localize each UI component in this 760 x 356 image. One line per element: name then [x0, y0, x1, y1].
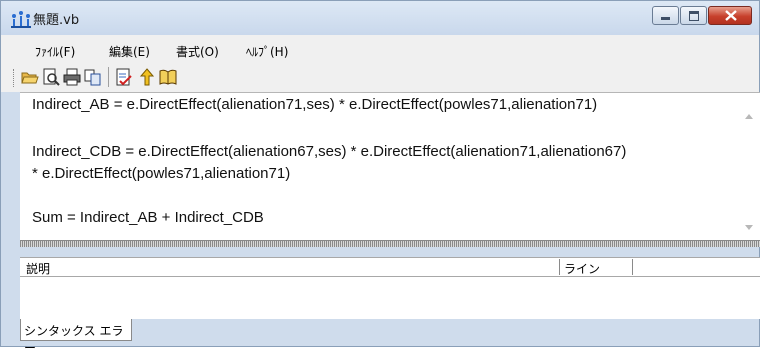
menu-help[interactable]: ﾍﾙﾌﾟ(H): [246, 43, 288, 60]
scroll-down-arrow-icon[interactable]: [745, 225, 753, 231]
menu-edit[interactable]: 編集(E): [109, 43, 150, 60]
tab-syntax-error[interactable]: シンタックス エラー: [20, 319, 132, 355]
app-window: 無題.vb ﾌｧｲﾙ(F) 編集(E) 書式(O) ﾍﾙﾌﾟ(H) Indire…: [0, 0, 760, 355]
app-icon: [11, 11, 31, 28]
column-description[interactable]: 説明: [26, 260, 50, 277]
error-list-header: 説明 ライン: [20, 257, 760, 277]
toolbar: [1, 63, 759, 92]
code-line[interactable]: * e.DirectEffect(powles71,alienation71): [32, 165, 290, 182]
copy-icon[interactable]: [84, 68, 102, 86]
menu-bar: ﾌｧｲﾙ(F) 編集(E) 書式(O) ﾍﾙﾌﾟ(H): [1, 35, 759, 63]
help-arrow-icon[interactable]: [138, 68, 156, 86]
maximize-button[interactable]: [680, 6, 707, 25]
column-divider[interactable]: [559, 259, 560, 275]
menu-format[interactable]: 書式(O): [176, 43, 219, 60]
menu-file[interactable]: ﾌｧｲﾙ(F): [35, 43, 75, 60]
code-editor[interactable]: Indirect_AB = e.DirectEffect(alienation7…: [20, 92, 760, 241]
scroll-up-arrow-icon[interactable]: [745, 113, 753, 119]
open-folder-icon[interactable]: [21, 68, 39, 86]
book-icon[interactable]: [159, 68, 177, 86]
panel-splitter[interactable]: [20, 240, 760, 247]
tab-label: シンタックス エラー: [24, 324, 124, 355]
code-line[interactable]: Indirect_CDB = e.DirectEffect(alienation…: [32, 143, 626, 160]
code-line[interactable]: Sum = Indirect_AB + Indirect_CDB: [32, 209, 264, 226]
toolbar-separator: [108, 67, 109, 87]
minimize-button[interactable]: [652, 6, 679, 25]
window-title: 無題.vb: [33, 13, 80, 28]
toolbar-grip[interactable]: [13, 69, 17, 87]
close-icon: [725, 10, 737, 21]
close-button[interactable]: [708, 6, 752, 25]
code-line[interactable]: Indirect_AB = e.DirectEffect(alienation7…: [32, 96, 597, 113]
run-check-icon[interactable]: [115, 68, 133, 86]
column-divider[interactable]: [632, 259, 633, 275]
error-list[interactable]: [20, 277, 760, 319]
column-line[interactable]: ライン: [564, 260, 600, 277]
title-bar[interactable]: 無題.vb: [1, 1, 759, 35]
print-preview-icon[interactable]: [42, 68, 60, 86]
print-icon[interactable]: [63, 68, 81, 86]
vertical-scrollbar[interactable]: [739, 93, 760, 241]
